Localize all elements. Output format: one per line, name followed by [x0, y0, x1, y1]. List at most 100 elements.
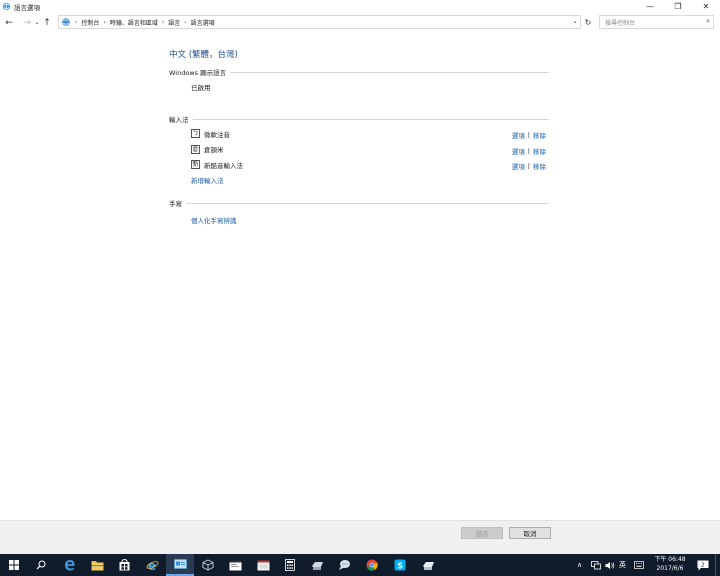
skype-icon: S	[394, 559, 406, 571]
breadcrumb-separator: ›	[103, 18, 106, 26]
link-separator: |	[527, 162, 530, 170]
control-panel-icon	[173, 558, 187, 569]
input-method-heading: 輸入法	[169, 116, 189, 124]
ime-options-link[interactable]: 選項	[512, 130, 525, 140]
taskbar-virtualbox[interactable]	[194, 554, 222, 576]
close-button[interactable]: ✕	[692, 0, 720, 13]
taskbar-control-panel[interactable]	[166, 554, 194, 576]
taskbar-notepad[interactable]	[221, 554, 249, 576]
show-hidden-icons-button[interactable]: ∧	[577, 554, 582, 576]
section-heading: 輸入法	[169, 114, 549, 124]
input-keyboard-button[interactable]	[634, 554, 644, 576]
cancel-button[interactable]: 取消	[509, 527, 551, 539]
svg-text:S: S	[397, 561, 403, 570]
taskbar-file-explorer[interactable]	[83, 554, 111, 576]
taskbar-print-manager[interactable]	[414, 554, 442, 576]
breadcrumb-separator: ›	[75, 18, 78, 26]
taskbar-store[interactable]	[110, 554, 138, 576]
search-icon	[36, 560, 46, 570]
start-button[interactable]	[0, 554, 28, 576]
list-item: 倉 倉頡米 選項 | 移除	[169, 142, 549, 158]
breadcrumb-control-panel[interactable]: 控制台	[81, 18, 99, 27]
ime-name: 倉頡米	[204, 146, 224, 155]
clock-time: 下午 06:48	[654, 556, 686, 563]
show-desktop-button[interactable]	[715, 554, 720, 576]
personalize-handwriting-link[interactable]: 個人化手寫辨識	[191, 215, 549, 225]
taskbar-skype[interactable]: S	[386, 554, 414, 576]
taskbar-edge[interactable]	[56, 554, 84, 576]
taskbar-search-button[interactable]	[27, 554, 55, 576]
restore-icon: ❐	[674, 2, 682, 11]
display-language-section: Windows 顯示語言 已啟用	[169, 67, 549, 92]
network-status[interactable]	[591, 554, 601, 576]
address-dropdown-icon[interactable]: ⌄	[572, 17, 578, 25]
minimize-icon: —	[646, 2, 654, 11]
restore-button[interactable]: ❐	[664, 0, 692, 13]
ime-remove-link[interactable]: 移除	[533, 161, 546, 171]
forward-arrow-icon: →	[23, 17, 31, 28]
chewing-ime-icon: 新	[191, 160, 200, 170]
printer-icon	[311, 561, 323, 570]
back-arrow-icon: ←	[5, 17, 13, 28]
system-clock[interactable]: 下午 06:48 2017/6/6	[650, 556, 690, 573]
calculator-icon	[285, 559, 295, 571]
chevron-up-icon: ∧	[577, 561, 583, 569]
action-center-button[interactable]: 2	[697, 554, 709, 576]
breadcrumb-language-options[interactable]: 語言選項	[191, 18, 215, 27]
speaker-icon	[605, 561, 615, 569]
taskbar-calculator[interactable]	[276, 554, 304, 576]
recent-locations-button[interactable]: ⌄	[33, 16, 41, 30]
control-panel-icon	[62, 18, 70, 26]
list-item: ㄅ 微軟注音 選項 | 移除	[169, 126, 549, 142]
add-input-method-link[interactable]: 新增輸入法	[191, 175, 549, 185]
notification-count: 2	[701, 562, 705, 568]
divider	[186, 202, 549, 204]
taskbar-printer-app[interactable]	[303, 554, 331, 576]
ime-options-link[interactable]: 選項	[512, 146, 525, 156]
volume-control[interactable]	[605, 554, 615, 576]
breadcrumb-separator: ›	[161, 18, 165, 26]
edge-browser-icon	[65, 560, 75, 571]
search-box[interactable]: 搜尋控制台 ⌕	[599, 15, 714, 29]
cangjie-ime-icon: 倉	[191, 144, 200, 154]
keyboard-icon	[634, 561, 644, 569]
app-window-icon	[257, 560, 269, 570]
ime-indicator[interactable]: 英	[619, 554, 626, 576]
dialog-button-bar: 儲存 取消	[0, 520, 720, 554]
chevron-down-icon: ⌄	[34, 19, 40, 26]
handwriting-section: 手寫 個人化手寫辨識	[169, 198, 549, 225]
taskbar-chrome[interactable]	[358, 554, 386, 576]
windows-logo-icon	[9, 560, 19, 570]
forward-button[interactable]: →	[21, 16, 33, 30]
refresh-button[interactable]: ↻	[582, 15, 594, 29]
back-button[interactable]: ←	[3, 16, 15, 30]
breadcrumb-language[interactable]: 語言	[168, 18, 180, 27]
network-icon	[591, 560, 601, 569]
search-placeholder: 搜尋控制台	[605, 19, 636, 27]
ime-remove-link[interactable]: 移除	[533, 130, 546, 140]
list-item: 新 新酷音輸入法 選項 | 移除	[169, 157, 549, 173]
up-button[interactable]: ↑	[41, 16, 53, 30]
input-method-section: 輸入法 ㄅ 微軟注音 選項 | 移除 倉 倉頡米 選項 | 移除 新 新酷音輸入…	[169, 114, 549, 185]
internet-explorer-icon: e	[146, 559, 158, 571]
ime-options-link[interactable]: 選項	[512, 161, 525, 171]
clock-date: 2017/6/6	[656, 564, 684, 572]
taskbar-internet-explorer[interactable]: e	[138, 554, 166, 576]
folder-icon	[91, 560, 103, 570]
window-title: 語言選項	[14, 3, 40, 12]
taskbar-chat-app[interactable]	[330, 554, 358, 576]
store-bag-icon	[119, 559, 129, 571]
address-bar[interactable]: › 控制台 › 時鐘、語言和區域 › 語言 › 語言選項 ⌄	[58, 15, 581, 29]
link-separator: |	[527, 146, 530, 155]
navigation-bar: ← → ⌄ ↑ › 控制台 › 時鐘、語言和區域 › 語言 › 語言選項 ⌄ ↻…	[0, 14, 720, 31]
breadcrumb-clock-language-region[interactable]: 時鐘、語言和區域	[110, 18, 158, 27]
handwriting-heading: 手寫	[169, 199, 182, 208]
section-heading: Windows 顯示語言	[169, 67, 549, 77]
display-language-heading: Windows 顯示語言	[169, 69, 227, 77]
minimize-button[interactable]: —	[636, 0, 664, 13]
save-button[interactable]: 儲存	[461, 527, 503, 539]
search-icon[interactable]: ⌕	[706, 17, 710, 26]
taskbar-app-window[interactable]	[249, 554, 277, 576]
ime-remove-link[interactable]: 移除	[533, 146, 546, 156]
ime-name: 新酷音輸入法	[204, 161, 243, 170]
